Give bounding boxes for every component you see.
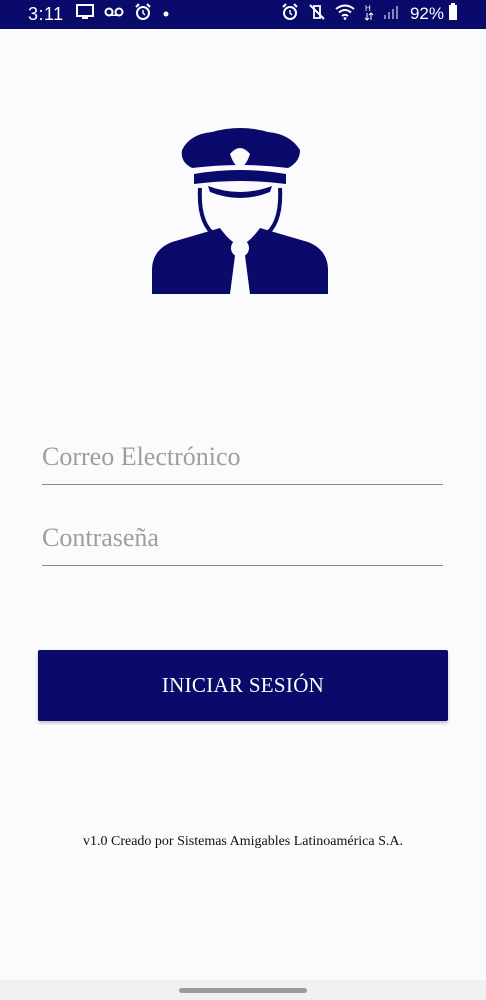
police-officer-icon [150,124,330,296]
dot-icon [162,5,170,23]
status-right-group: H 92% [281,2,458,26]
vibrate-mute-icon [308,3,326,26]
screen-cast-icon [75,3,94,25]
home-indicator[interactable] [179,988,307,993]
login-button[interactable]: INICIAR SESIÓN [38,650,448,721]
alarm-icon [134,2,152,26]
navigation-bar [0,980,486,1000]
signal-icon [383,4,399,25]
battery-icon [448,2,458,26]
wifi-icon [335,4,355,25]
svg-text:H: H [365,4,371,13]
status-bar: 3:11 H 92% [0,0,486,29]
status-time: 3:11 [28,3,64,24]
email-field[interactable] [42,430,443,485]
data-hplus-icon: H [364,3,374,26]
battery-percent: 92% [409,4,444,23]
password-field[interactable] [42,511,443,566]
version-footer: v1.0 Creado por Sistemas Amigables Latin… [83,834,403,849]
alarm-icon [281,2,299,26]
status-left-group: 3:11 [28,2,180,26]
voicemail-icon [104,5,124,23]
